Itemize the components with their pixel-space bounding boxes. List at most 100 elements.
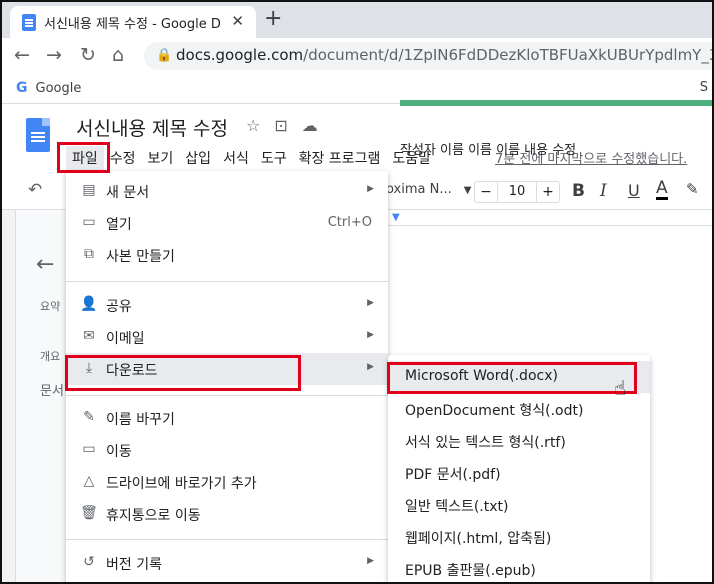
menu-item-version-history[interactable]: ↺ 버전 기록 ▶ — [66, 547, 388, 579]
bold-button[interactable]: B — [572, 181, 585, 201]
new-tab-button[interactable]: + — [264, 6, 282, 31]
menu-item-label: 이메일 — [106, 331, 145, 347]
reload-icon[interactable]: ↻ — [80, 44, 96, 66]
submenu-arrow-icon: ▶ — [367, 362, 374, 372]
chevron-down-icon: ▼ — [463, 185, 472, 196]
url-path: /document/d/1ZpIN6FdDDezKloTBFUaXkUBUrYp… — [303, 46, 712, 64]
menu-extensions[interactable]: 확장 프로그램 — [293, 146, 387, 170]
download-option-txt[interactable]: 일반 텍스트(.txt) — [388, 489, 650, 521]
trash-icon: 🗑 — [80, 505, 98, 521]
menu-view[interactable]: 보기 — [142, 146, 180, 170]
undo-icon[interactable]: ↶ — [28, 180, 42, 200]
download-option-label: 서식 있는 텍스트 형식(.rtf) — [405, 435, 566, 451]
menu-item-label: 열기 — [106, 217, 132, 233]
menu-format[interactable]: 서식 — [217, 146, 255, 170]
menu-tools[interactable]: 도구 — [255, 146, 293, 170]
horizontal-ruler: ▼ — [388, 210, 712, 226]
highlight-pen-icon[interactable]: ✎ — [686, 180, 699, 198]
download-option-label: 웹페이지(.html, 압축됨) — [405, 531, 552, 547]
cloud-status-icon[interactable]: ☁ — [302, 116, 332, 135]
tab-close-icon[interactable]: ✕ — [231, 12, 244, 30]
menu-item-open[interactable]: ▭ 열기 Ctrl+O — [66, 207, 388, 239]
screenshot-frame: 서신내용 제목 수정 - Google Dc ✕ + ← → ↻ ⌂ 🔒 doc… — [0, 0, 714, 584]
bookmark-right-partial[interactable]: S — [700, 80, 708, 95]
document-body-text: 작성자 이름 이름 이름 내용 수정 — [400, 143, 577, 158]
menu-item-new[interactable]: ▤ 새 문서 ▶ — [66, 175, 388, 207]
download-option-rtf[interactable]: 서식 있는 텍스트 형식(.rtf) — [388, 425, 650, 457]
docs-logo-icon[interactable] — [26, 118, 50, 152]
download-option-label: PDF 문서(.pdf) — [405, 467, 501, 483]
submenu-arrow-icon: ▶ — [367, 298, 374, 308]
font-size-increase-button[interactable]: + — [536, 181, 560, 203]
menu-item-label: 새 문서 — [106, 185, 150, 201]
url-text: docs.google.com/document/d/1ZpIN6FdDDezK… — [176, 46, 712, 64]
hand-cursor-icon: ☝ — [614, 376, 627, 400]
back-icon[interactable]: ← — [14, 44, 30, 66]
move-icon: ▭ — [82, 441, 96, 457]
highlight-box-file-menu — [57, 142, 110, 173]
download-option-pdf[interactable]: PDF 문서(.pdf) — [388, 457, 650, 489]
menu-item-label: 사본 만들기 — [106, 249, 175, 265]
move-folder-icon[interactable]: ⊡ — [274, 116, 301, 135]
browser-toolbar: ← → ↻ ⌂ 🔒 docs.google.com/document/d/1Zp… — [2, 38, 712, 74]
menu-item-rename[interactable]: ✎ 이름 바꾸기 — [66, 402, 388, 434]
star-icon[interactable]: ☆ — [246, 116, 274, 135]
outline-back-icon[interactable]: ← — [36, 252, 54, 277]
new-doc-icon: ▤ — [82, 182, 96, 198]
drive-shortcut-icon: △ — [83, 473, 95, 489]
menu-item-move[interactable]: ▭ 이동 — [66, 434, 388, 466]
menu-item-email[interactable]: ✉ 이메일 ▶ — [66, 321, 388, 353]
menu-item-label: 이동 — [106, 444, 132, 460]
menu-item-share[interactable]: 👤 공유 ▶ — [66, 289, 388, 321]
bookmark-google[interactable]: G Google — [16, 80, 81, 96]
font-size-input[interactable]: 10 — [498, 181, 536, 203]
docs-favicon-icon — [22, 14, 36, 31]
forward-icon[interactable]: → — [46, 44, 62, 66]
menu-item-label: 휴지통으로 이동 — [106, 508, 201, 524]
url-host: docs.google.com — [176, 46, 304, 64]
highlight-box-download — [65, 355, 301, 391]
submenu-arrow-icon: ▶ — [367, 330, 374, 340]
download-option-label: 일반 텍스트(.txt) — [405, 499, 509, 515]
outline-summary-label: 요약 — [40, 300, 61, 313]
download-option-label: OpenDocument 형식(.odt) — [405, 403, 584, 419]
vertical-ruler — [2, 210, 16, 582]
menu-divider — [66, 281, 388, 282]
font-size-decrease-button[interactable]: − — [474, 181, 498, 203]
download-option-epub[interactable]: EPUB 출판물(.epub) — [388, 553, 650, 582]
address-bar[interactable]: 🔒 docs.google.com/document/d/1ZpIN6FdDDe… — [144, 42, 712, 70]
outline-overview-label: 개요 — [40, 350, 61, 363]
download-option-odt[interactable]: OpenDocument 형식(.odt) — [388, 393, 650, 425]
menu-item-label: 버전 기록 — [106, 557, 162, 573]
home-icon[interactable]: ⌂ — [112, 44, 124, 66]
submenu-arrow-icon: ▶ — [367, 556, 374, 566]
download-option-label: EPUB 출판물(.epub) — [405, 563, 536, 579]
email-icon: ✉ — [83, 328, 95, 344]
download-option-html[interactable]: 웹페이지(.html, 압축됨) — [388, 521, 650, 553]
folder-icon: ▭ — [82, 214, 96, 230]
document-title[interactable]: 서신내용 제목 수정 — [76, 114, 228, 141]
indent-marker-icon[interactable]: ▼ — [392, 212, 400, 223]
title-icons: ☆⊡☁ — [246, 116, 332, 135]
menu-item-add-shortcut[interactable]: △ 드라이브에 바로가기 추가 — [66, 466, 388, 498]
font-select[interactable]: oxima N... ▼ — [386, 182, 471, 197]
menu-divider — [66, 395, 388, 396]
menu-item-label: 이름 바꾸기 — [106, 412, 175, 428]
menu-divider — [66, 539, 388, 540]
underline-button[interactable]: U — [628, 181, 640, 200]
outline-doc-label: 문서 — [40, 384, 64, 399]
font-name: oxima N... — [386, 182, 452, 197]
docs-menubar: 파일 수정 보기 삽입 서식 도구 확장 프로그램 도움말 — [66, 146, 437, 170]
menu-insert[interactable]: 삽입 — [179, 146, 217, 170]
bookmark-label: Google — [35, 81, 82, 96]
lock-icon[interactable]: 🔒 — [156, 48, 172, 63]
browser-tab-strip: 서신내용 제목 수정 - Google Dc ✕ + — [2, 2, 712, 38]
submenu-arrow-icon: ▶ — [367, 184, 374, 194]
menu-item-label: 드라이브에 바로가기 추가 — [106, 476, 257, 492]
menu-item-trash[interactable]: 🗑 휴지통으로 이동 — [66, 498, 388, 530]
italic-button[interactable]: I — [600, 181, 607, 201]
browser-tab[interactable]: 서신내용 제목 수정 - Google Dc ✕ — [10, 6, 256, 38]
menu-item-make-copy[interactable]: ⧉ 사본 만들기 — [66, 239, 388, 271]
text-color-button[interactable]: A — [656, 179, 668, 200]
rename-icon: ✎ — [83, 409, 95, 425]
